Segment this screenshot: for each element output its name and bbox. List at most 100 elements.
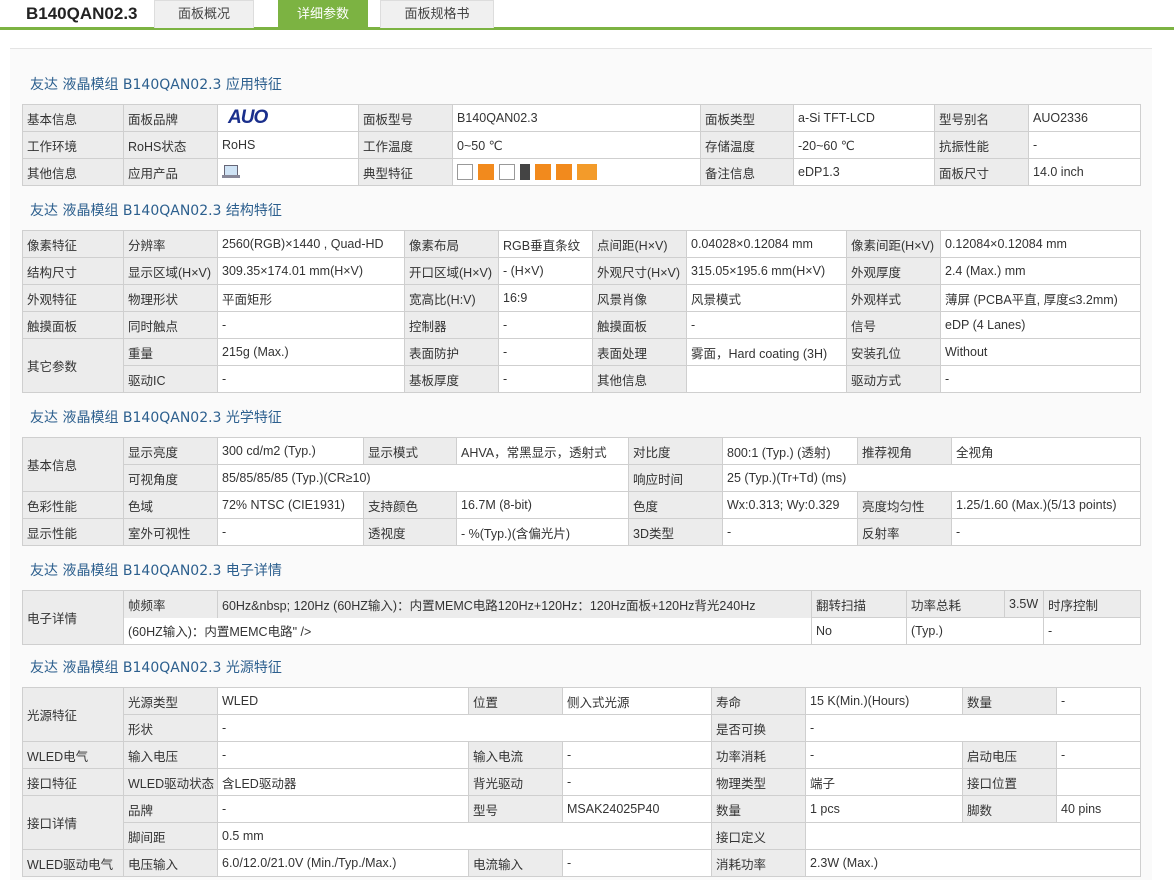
- field-label: 重量: [123, 338, 218, 366]
- table-row: WLED驱动电气 电压输入 6.0/12.0/21.0V (Min./Typ./…: [22, 849, 1141, 877]
- field-value: [1056, 768, 1141, 796]
- row-group-label: 触摸面板: [22, 311, 124, 339]
- table-row: 基本信息 显示亮度 300 cd/m2 (Typ.) 显示模式 AHVA，常黑显…: [22, 437, 1141, 492]
- field-label: 输入电流: [468, 741, 563, 769]
- table-row: 接口详情 品牌 - 型号 MSAK24025P40 数量 1 pcs 脚数 40…: [22, 795, 1141, 850]
- field-label: 应用产品: [123, 158, 218, 186]
- field-value: -: [217, 518, 364, 546]
- field-label: 脚间距: [123, 822, 218, 850]
- field-label: 显示亮度: [123, 437, 218, 465]
- field-label: 驱动IC: [123, 365, 218, 393]
- field-label: 帧频率: [123, 590, 218, 618]
- field-label: 响应时间: [628, 464, 723, 492]
- field-value: AUO2336: [1028, 104, 1141, 132]
- field-value: 14.0 inch: [1028, 158, 1141, 186]
- row-group-label: 像素特征: [22, 230, 124, 258]
- field-value: RGB垂直条纹: [498, 230, 593, 258]
- feature-badge-icon[interactable]: [520, 164, 530, 180]
- field-value: - (H×V): [498, 257, 593, 285]
- field-value: 3.5W: [1004, 590, 1044, 618]
- table-row: 接口特征 WLED驱动状态 含LED驱动器 背光驱动 - 物理类型 端子 接口位…: [22, 768, 1141, 796]
- row-group-label: 色彩性能: [22, 491, 124, 519]
- structure-table: 像素特征 分辨率 2560(RGB)×1440 , Quad-HD 像素布局 R…: [22, 230, 1141, 393]
- field-value: -: [805, 741, 963, 769]
- field-value: 平面矩形: [217, 284, 405, 312]
- field-label: 面板尺寸: [934, 158, 1029, 186]
- field-value: 72% NTSC (CIE1931): [217, 491, 364, 519]
- field-value: 1 pcs: [805, 795, 963, 823]
- field-label: 启动电压: [962, 741, 1057, 769]
- application-table: 基本信息 面板品牌 AUO 面板型号 B140QAN02.3 面板类型 a-Si…: [22, 104, 1141, 186]
- field-value: [686, 365, 847, 393]
- row-group-label: 其它参数: [22, 338, 124, 393]
- field-value: -20~60 ℃: [793, 131, 935, 159]
- feature-image-icon[interactable]: [499, 164, 515, 180]
- field-value: [805, 822, 1141, 850]
- feature-badge-icon[interactable]: [478, 164, 494, 180]
- row-group-label: 接口特征: [22, 768, 124, 796]
- field-label: 数量: [962, 687, 1057, 715]
- field-label: 支持颜色: [363, 491, 457, 519]
- auo-logo: AUO: [228, 107, 268, 128]
- feature-image-icon[interactable]: [457, 164, 473, 180]
- field-label: 型号别名: [934, 104, 1029, 132]
- field-label: 面板品牌: [123, 104, 218, 132]
- field-label: 翻转扫描: [811, 590, 907, 618]
- field-value: -: [805, 714, 1141, 742]
- field-label: 推荐视角: [857, 437, 952, 465]
- field-value: -: [562, 849, 712, 877]
- field-label: 数量: [711, 795, 806, 823]
- field-value: 2560(RGB)×1440 , Quad-HD: [217, 230, 405, 258]
- feature-badge-icon[interactable]: [535, 164, 551, 180]
- field-label: 抗振性能: [934, 131, 1029, 159]
- field-value: 85/85/85/85 (Typ.)(CR≥10): [217, 464, 629, 492]
- field-label: 物理类型: [711, 768, 806, 796]
- field-label: 型号: [468, 795, 563, 823]
- row-group-label: WLED驱动电气: [22, 849, 124, 877]
- field-value: 含LED驱动器: [217, 768, 469, 796]
- field-label: 分辨率: [123, 230, 218, 258]
- field-value: 300 cd/m2 (Typ.): [217, 437, 364, 465]
- field-value: 6.0/12.0/21.0V (Min./Typ./Max.): [217, 849, 469, 877]
- field-value: [217, 158, 359, 186]
- table-row: 色彩性能 色域 72% NTSC (CIE1931) 支持颜色 16.7M (8…: [22, 491, 1141, 519]
- field-label: 电压输入: [123, 849, 218, 877]
- field-label: 是否可换: [711, 714, 806, 742]
- table-row: 像素特征 分辨率 2560(RGB)×1440 , Quad-HD 像素布局 R…: [22, 230, 1141, 258]
- feature-badge-icon[interactable]: [556, 164, 572, 180]
- field-label: 工作温度: [358, 131, 453, 159]
- field-label: 色度: [628, 491, 723, 519]
- field-label: 信号: [846, 311, 941, 339]
- field-label: 色域: [123, 491, 218, 519]
- field-value: 2.4 (Max.) mm: [940, 257, 1141, 285]
- field-label: 寿命: [711, 687, 806, 715]
- section-title-lightsource: 友达 液晶模组 B140QAN02.3 光源特征: [30, 660, 282, 676]
- field-value: -: [562, 768, 712, 796]
- feature-badge-icon[interactable]: [577, 164, 597, 180]
- field-label: 3D类型: [628, 518, 723, 546]
- row-group-label: 工作环境: [22, 131, 124, 159]
- field-label: 接口定义: [711, 822, 806, 850]
- lightsource-table: 光源特征 光源类型 WLED 位置 侧入式光源 寿命 15 K(Min.)(Ho…: [22, 687, 1141, 877]
- table-row: 触摸面板 同时触点 - 控制器 - 触摸面板 - 信号 eDP (4 Lanes…: [22, 311, 1141, 339]
- field-label: 表面处理: [592, 338, 687, 366]
- table-row: 其它参数 重量 215g (Max.) 表面防护 - 表面处理 雾面，Hard …: [22, 338, 1141, 393]
- field-value: eDP1.3: [793, 158, 935, 186]
- tab-overview[interactable]: 面板概况: [154, 0, 254, 28]
- field-value: -: [722, 518, 858, 546]
- section-title-application: 友达 液晶模组 B140QAN02.3 应用特征: [30, 77, 282, 93]
- table-row: 结构尺寸 显示区域(H×V) 309.35×174.01 mm(H×V) 开口区…: [22, 257, 1141, 285]
- field-value: 16.7M (8-bit): [456, 491, 629, 519]
- field-value: 25 (Typ.)(Tr+Td) (ms): [722, 464, 1141, 492]
- optical-table: 基本信息 显示亮度 300 cd/m2 (Typ.) 显示模式 AHVA，常黑显…: [22, 437, 1141, 546]
- field-label: 安装孔位: [846, 338, 941, 366]
- field-value: a-Si TFT-LCD: [793, 104, 935, 132]
- field-label: 可视角度: [123, 464, 218, 492]
- tab-detail-params[interactable]: 详细参数: [278, 0, 368, 28]
- field-label: 控制器: [404, 311, 499, 339]
- tab-spec-sheet[interactable]: 面板规格书: [380, 0, 494, 28]
- field-value: 2.3W (Max.): [805, 849, 1141, 877]
- field-value: 0.12084×0.12084 mm: [940, 230, 1141, 258]
- field-label: 对比度: [628, 437, 723, 465]
- row-group-label: 基本信息: [22, 104, 124, 132]
